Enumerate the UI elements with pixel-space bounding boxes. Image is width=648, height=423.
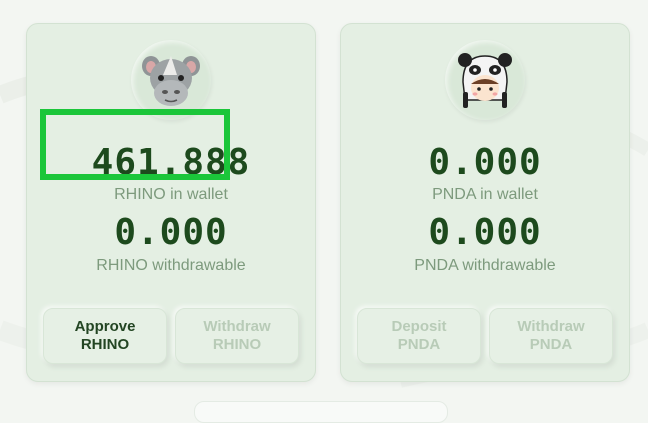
withdraw-pnda-button[interactable]: Withdraw PNDA xyxy=(489,308,613,364)
pnda-wallet-label: PNDA in wallet xyxy=(432,186,538,203)
rhino-withdrawable-balance: 0.000 xyxy=(114,212,228,253)
rhino-withdrawable-label: RHINO withdrawable xyxy=(96,257,246,274)
pnda-card: 0.000 PNDA in wallet 0.000 PNDA withdraw… xyxy=(340,23,630,382)
pnda-avatar xyxy=(445,40,525,120)
bottom-panel-edge xyxy=(194,401,448,423)
pnda-withdrawable-balance: 0.000 xyxy=(428,212,542,253)
pnda-wallet-balance: 0.000 xyxy=(428,142,542,183)
approve-rhino-button[interactable]: Approve RHINO xyxy=(43,308,167,364)
panda-hat-icon xyxy=(458,53,512,108)
rhino-wallet-label: RHINO in wallet xyxy=(114,186,228,203)
withdraw-rhino-button[interactable]: Withdraw RHINO xyxy=(175,308,299,364)
rhino-icon xyxy=(142,56,200,106)
highlight-box xyxy=(40,109,230,180)
rhino-card: 461.888 RHINO in wallet 0.000 RHINO with… xyxy=(26,23,316,382)
deposit-pnda-button[interactable]: Deposit PNDA xyxy=(357,308,481,364)
rhino-avatar xyxy=(131,40,211,120)
pnda-withdrawable-label: PNDA withdrawable xyxy=(414,257,556,274)
